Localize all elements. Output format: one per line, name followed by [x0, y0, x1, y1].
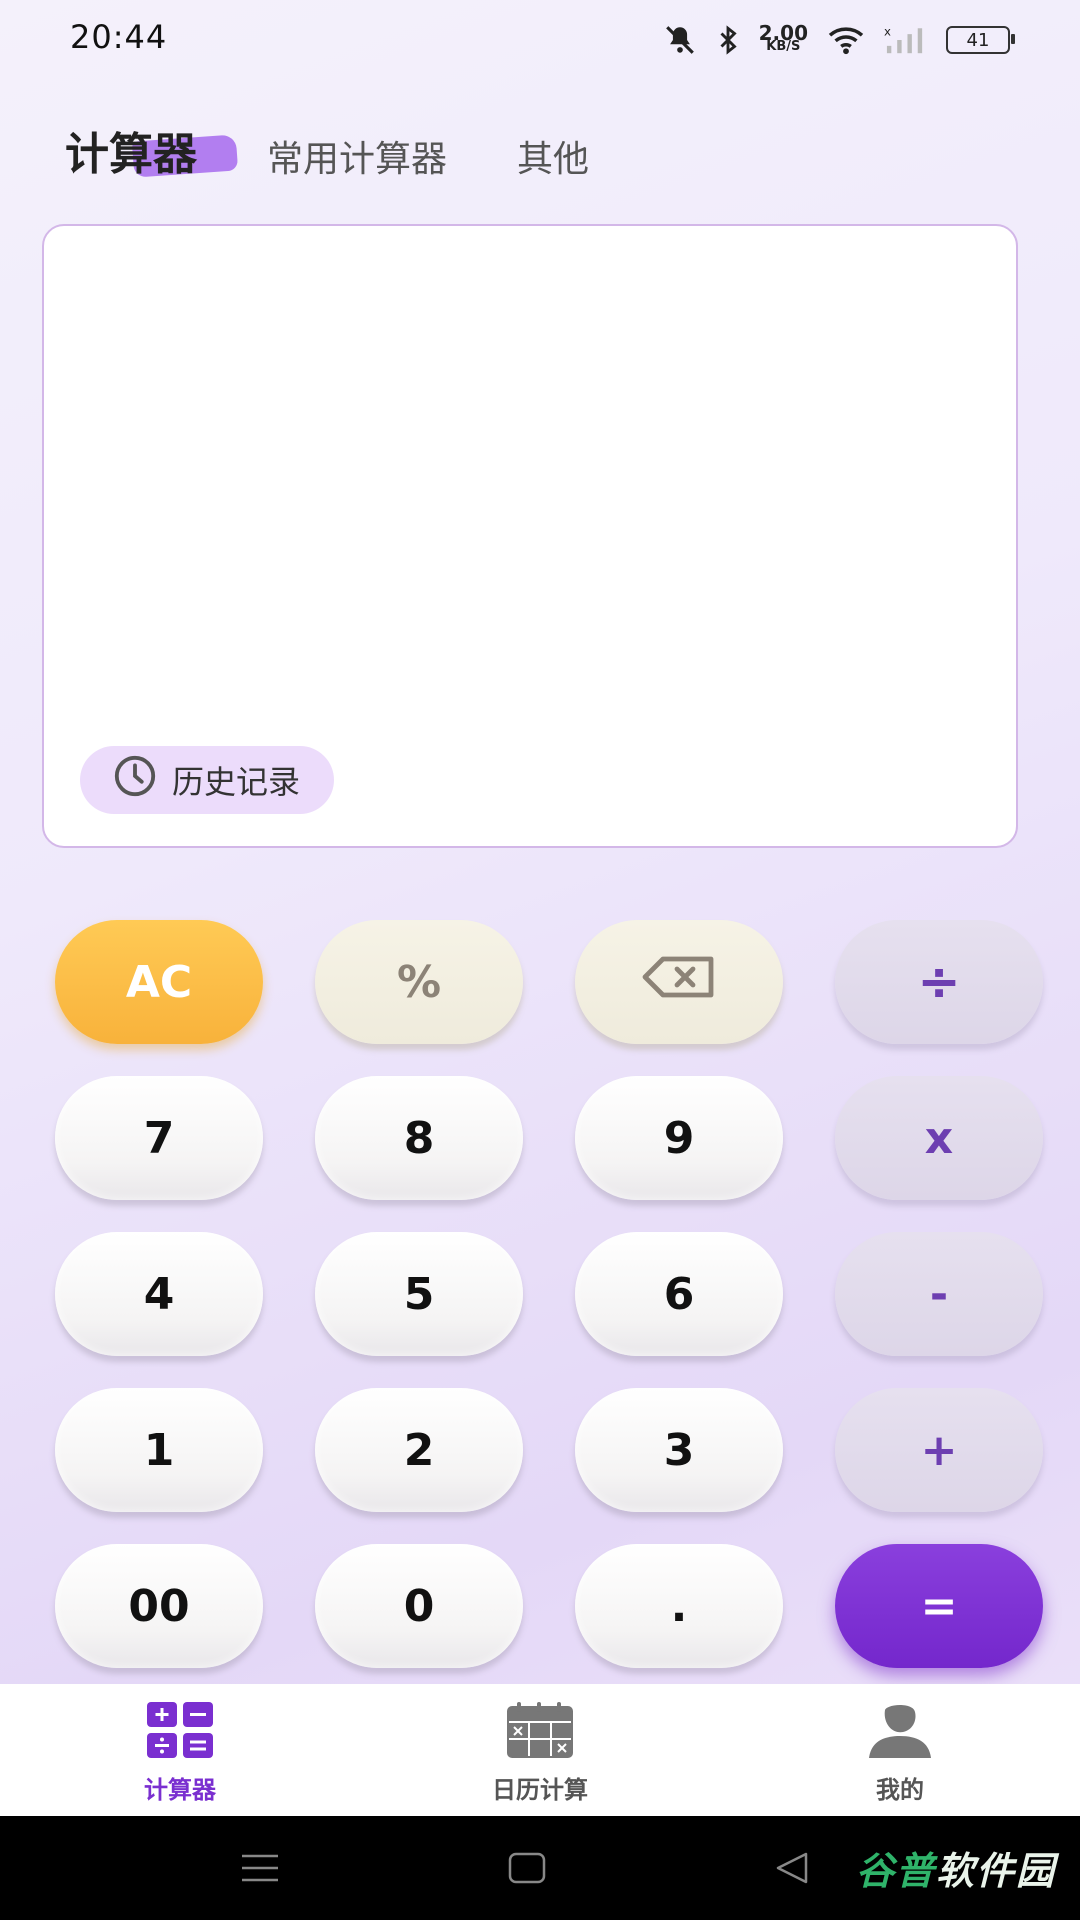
watermark-part2: 软件园	[935, 1849, 1056, 1893]
digit-3-button[interactable]: 3	[575, 1388, 783, 1512]
network-speed-value: 2.00	[758, 21, 808, 45]
calculator-display: 历史记录	[42, 224, 1018, 848]
minus-label: -	[929, 1268, 949, 1320]
backspace-button[interactable]	[575, 920, 783, 1044]
tab-calculator[interactable]: 计算器	[65, 118, 239, 182]
nav-calendar[interactable]: 日历计算	[440, 1702, 640, 1805]
double-zero-button[interactable]: 00	[55, 1544, 263, 1668]
tab-common-calculator[interactable]: 常用计算器	[267, 130, 447, 182]
ac-button[interactable]: AC	[55, 920, 263, 1044]
status-icons: 2.00 KB/S x 41	[663, 20, 1015, 60]
wifi-icon	[826, 24, 866, 56]
equals-label: =	[920, 1580, 958, 1632]
tab-calculator-wrap: 计算器	[65, 118, 239, 182]
digit-2-button[interactable]: 2	[315, 1388, 523, 1512]
nav-calendar-label: 日历计算	[492, 1776, 588, 1804]
status-bar: 20:44 2.00 KB/S x 41	[0, 0, 1080, 80]
digit-0-button[interactable]: 0	[315, 1544, 523, 1668]
divide-button[interactable]: ÷	[835, 920, 1043, 1044]
calculator-icon	[147, 1702, 213, 1762]
digit-6-button[interactable]: 6	[575, 1232, 783, 1356]
tab-common-calculator-label: 常用计算器	[267, 139, 448, 180]
history-button[interactable]: 历史记录	[80, 746, 335, 814]
plus-label: +	[920, 1424, 958, 1476]
ac-label: AC	[125, 956, 193, 1008]
tab-other[interactable]: 其他	[517, 130, 589, 182]
home-icon[interactable]	[505, 1846, 549, 1890]
digit-3-label: 3	[663, 1424, 695, 1476]
menu-icon[interactable]	[238, 1846, 282, 1890]
system-nav-bar: 谷普软件园	[0, 1816, 1080, 1920]
percent-button[interactable]: %	[315, 920, 523, 1044]
multiply-button[interactable]: x	[835, 1076, 1043, 1200]
tab-other-label: 其他	[517, 139, 590, 180]
digit-0-label: 0	[403, 1580, 435, 1632]
digit-9-button[interactable]: 9	[575, 1076, 783, 1200]
status-time: 20:44	[70, 18, 168, 56]
watermark-part1: 谷普	[855, 1849, 936, 1893]
digit-9-label: 9	[663, 1112, 695, 1164]
watermark: 谷普软件园	[856, 1840, 1056, 1895]
decimal-point-button[interactable]: .	[575, 1544, 783, 1668]
nav-profile-label: 我的	[876, 1776, 924, 1804]
digit-7-label: 7	[143, 1112, 175, 1164]
digit-5-button[interactable]: 5	[315, 1232, 523, 1356]
digit-6-label: 6	[663, 1268, 695, 1320]
signal-icon: x	[884, 25, 928, 55]
digit-5-label: 5	[403, 1268, 435, 1320]
digit-2-label: 2	[403, 1424, 435, 1476]
bottom-nav: 计算器 日历计算 我的	[0, 1684, 1080, 1816]
battery-level: 41	[966, 29, 990, 51]
digit-7-button[interactable]: 7	[55, 1076, 263, 1200]
double-zero-label: 00	[128, 1580, 190, 1632]
digit-8-label: 8	[403, 1112, 435, 1164]
profile-icon	[867, 1702, 933, 1762]
mute-bell-icon	[663, 23, 697, 57]
bluetooth-icon	[715, 24, 741, 56]
nav-profile[interactable]: 我的	[800, 1702, 1000, 1805]
equals-button[interactable]: =	[835, 1544, 1043, 1668]
svg-text:x: x	[884, 25, 891, 39]
network-speed-unit: KB/S	[766, 39, 801, 54]
plus-button[interactable]: +	[835, 1388, 1043, 1512]
network-speed: 2.00 KB/S	[758, 21, 808, 54]
minus-button[interactable]: -	[835, 1232, 1043, 1356]
digit-4-label: 4	[143, 1268, 175, 1320]
top-tabs: 计算器 常用计算器 其他	[65, 118, 589, 182]
battery-icon: 41	[946, 26, 1015, 54]
digit-1-label: 1	[143, 1424, 175, 1476]
digit-4-button[interactable]: 4	[55, 1232, 263, 1356]
calendar-icon	[507, 1702, 573, 1762]
history-label: 历史记录	[172, 763, 301, 801]
divide-label: ÷	[917, 952, 961, 1012]
decimal-point-label: .	[670, 1580, 688, 1632]
backspace-icon	[641, 955, 717, 1010]
tab-calculator-label: 计算器	[65, 129, 197, 180]
digit-1-button[interactable]: 1	[55, 1388, 263, 1512]
nav-calculator-label: 计算器	[144, 1776, 216, 1804]
back-icon[interactable]	[770, 1846, 814, 1890]
percent-label: %	[396, 956, 442, 1008]
digit-8-button[interactable]: 8	[315, 1076, 523, 1200]
nav-calculator[interactable]: 计算器	[80, 1702, 280, 1805]
multiply-label: x	[924, 1112, 954, 1164]
clock-icon	[112, 753, 158, 807]
